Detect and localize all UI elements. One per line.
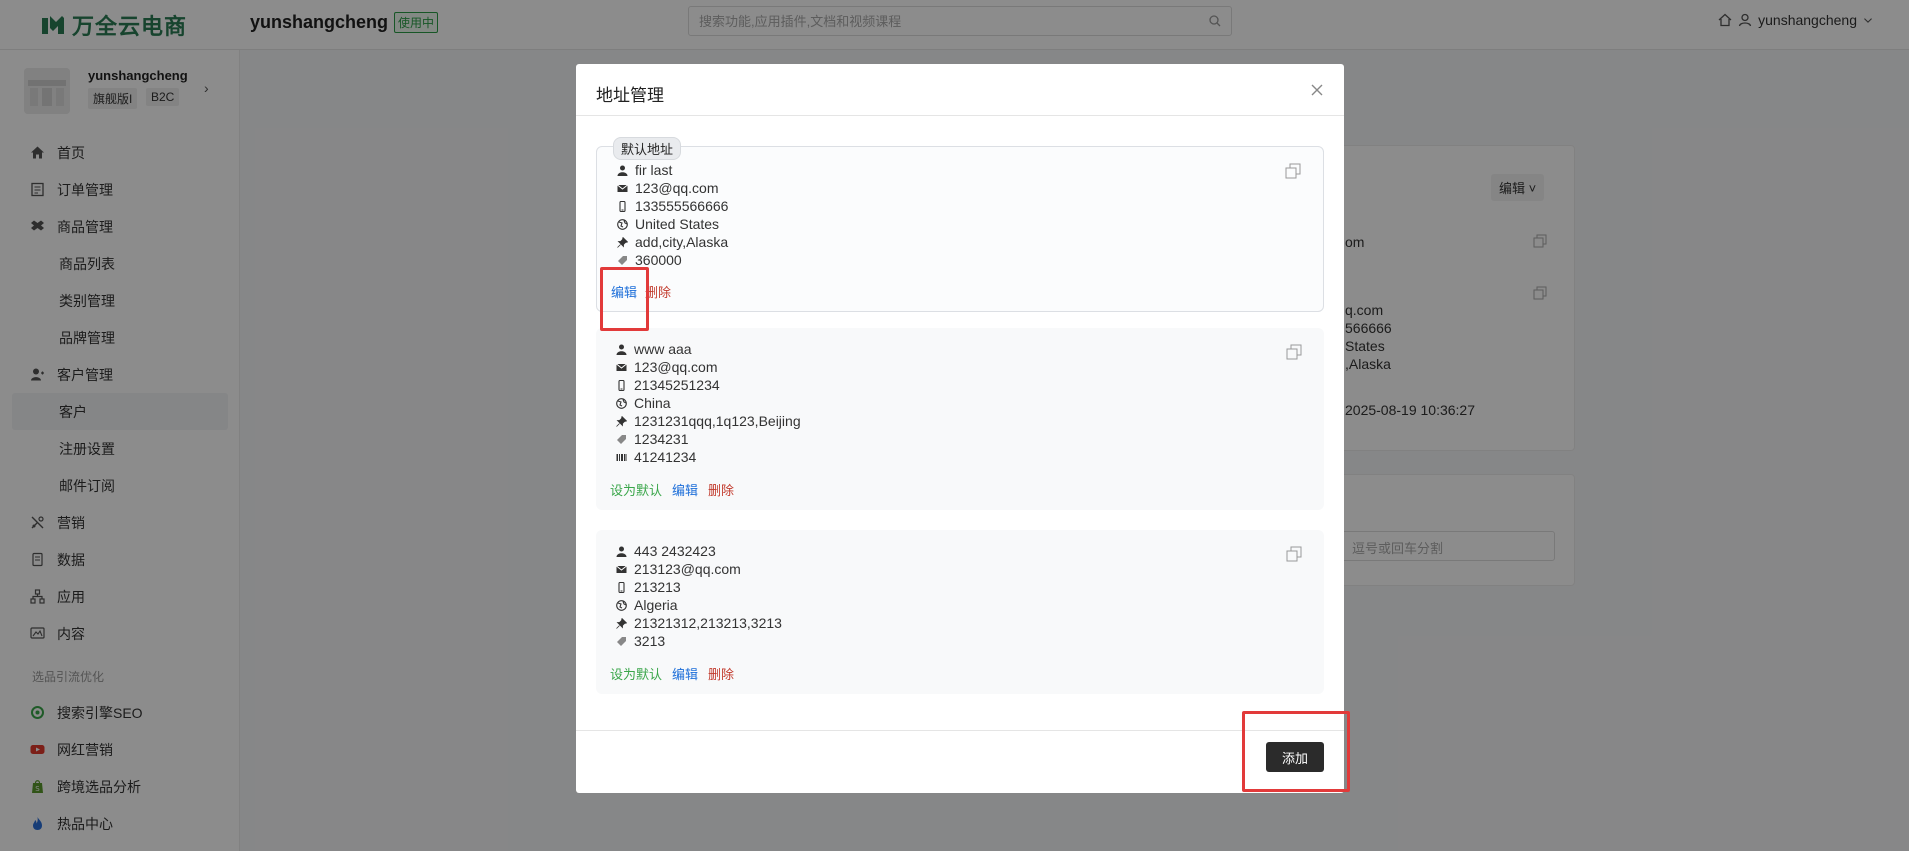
address-tax-text: 41241234: [634, 449, 697, 465]
address-zip-text: 3213: [634, 633, 666, 649]
highlight-box-add: [1242, 711, 1350, 792]
tag-icon: [617, 434, 626, 444]
address-zip: 360000: [617, 252, 682, 268]
default-address-tag: 默认地址: [613, 137, 682, 160]
address-name-text: 443 2432423: [634, 543, 716, 559]
dialog-body: 默认地址 fir last 123@qq.com 133555566666 Un…: [576, 116, 1344, 726]
globe-icon: [617, 218, 628, 230]
address-phone: 213213: [616, 579, 681, 595]
address-management-dialog: 地址管理 默认地址 fir last 123@qq.com 1335555666…: [576, 64, 1344, 793]
delete-address-button[interactable]: 删除: [708, 664, 734, 683]
phone-icon: [619, 200, 626, 212]
address-email-text: 123@qq.com: [634, 359, 718, 375]
address-zip-text: 1234231: [634, 431, 689, 447]
address-street: 21321312,213213,3213: [616, 615, 782, 631]
address-country: Algeria: [616, 597, 678, 613]
address-email: 213123@qq.com: [616, 561, 741, 577]
highlight-box-edit: [600, 267, 649, 331]
address-phone-text: 213213: [634, 579, 681, 595]
address-country-text: Algeria: [634, 597, 678, 613]
address-street-text: 1231231qqq,1q123,Beijing: [634, 413, 801, 429]
pin-icon: [616, 415, 627, 427]
delete-address-button[interactable]: 删除: [708, 480, 734, 499]
address-phone: 21345251234: [616, 377, 720, 393]
dialog-header: 地址管理: [576, 64, 1344, 116]
barcode-icon: [616, 453, 627, 461]
address-country: China: [616, 395, 671, 411]
globe-icon: [616, 397, 627, 409]
envelope-icon: [616, 565, 627, 573]
address-country-text: China: [634, 395, 671, 411]
close-icon[interactable]: [1310, 83, 1324, 97]
address-name: www aaa: [616, 341, 692, 357]
person-icon: [616, 546, 627, 557]
address-phone: 133555566666: [617, 198, 728, 214]
pin-icon: [616, 617, 627, 629]
pin-icon: [617, 236, 628, 248]
address-card: 443 2432423 213123@qq.com 213213 Algeria…: [596, 530, 1324, 694]
edit-address-button[interactable]: 编辑: [672, 664, 698, 683]
globe-icon: [616, 599, 627, 611]
phone-icon: [618, 581, 625, 593]
address-email: 123@qq.com: [617, 180, 718, 196]
address-street-text: 21321312,213213,3213: [634, 615, 782, 631]
person-icon: [616, 344, 627, 355]
address-tax-id: 41241234: [616, 449, 696, 465]
copy-icon[interactable]: [1286, 546, 1302, 562]
dialog-footer: 添加: [576, 730, 1344, 793]
address-country: United States: [617, 216, 719, 232]
address-zip: 3213: [616, 633, 665, 649]
address-email-text: 123@qq.com: [635, 180, 719, 196]
address-phone-text: 21345251234: [634, 377, 720, 393]
address-zip: 1234231: [616, 431, 689, 447]
envelope-icon: [616, 363, 627, 371]
address-card-default: 默认地址 fir last 123@qq.com 133555566666 Un…: [596, 137, 1324, 312]
address-email: 123@qq.com: [616, 359, 717, 375]
address-zip-text: 360000: [635, 252, 682, 268]
edit-address-button[interactable]: 编辑: [672, 480, 698, 499]
address-street: add,city,Alaska: [617, 234, 728, 250]
address-street-text: add,city,Alaska: [635, 234, 729, 250]
address-name-text: fir last: [635, 162, 673, 178]
set-default-button[interactable]: 设为默认: [610, 664, 662, 683]
set-default-button[interactable]: 设为默认: [610, 480, 662, 499]
phone-icon: [618, 379, 625, 391]
address-card: www aaa 123@qq.com 21345251234 China 123…: [596, 328, 1324, 510]
address-country-text: United States: [635, 216, 720, 232]
address-actions: 设为默认 编辑 删除: [610, 480, 734, 499]
address-email-text: 213123@qq.com: [634, 561, 741, 577]
tag-icon: [618, 255, 627, 265]
address-name: fir last: [617, 162, 672, 178]
tag-icon: [617, 636, 626, 646]
copy-icon[interactable]: [1285, 163, 1301, 179]
address-name-text: www aaa: [634, 341, 692, 357]
dialog-title: 地址管理: [596, 86, 664, 105]
address-actions: 设为默认 编辑 删除: [610, 664, 734, 683]
envelope-icon: [617, 184, 628, 192]
address-street: 1231231qqq,1q123,Beijing: [616, 413, 801, 429]
person-icon: [617, 165, 628, 176]
address-name: 443 2432423: [616, 543, 716, 559]
copy-icon[interactable]: [1286, 344, 1302, 360]
address-phone-text: 133555566666: [635, 198, 729, 214]
